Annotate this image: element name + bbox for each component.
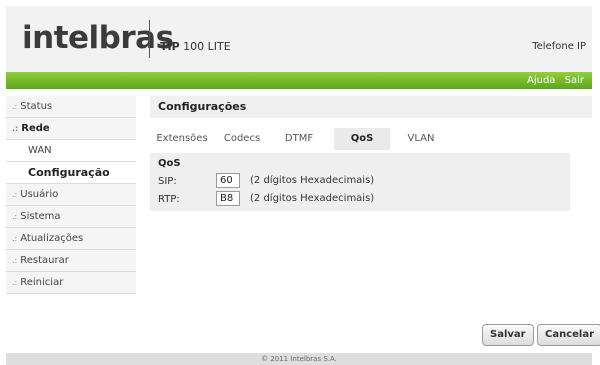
qos-panel-title: QoS [158, 158, 181, 169]
bullet-icon: .: [12, 278, 18, 287]
main-content: Configurações Extensões Codecs DTMF QoS … [150, 96, 592, 211]
qos-panel: QoS SIP: (2 dígitos Hexadecimais) RTP: (… [150, 153, 570, 211]
header: intelbras TIP 100 LITE Telefone IP [6, 6, 592, 72]
rtp-label: RTP: [158, 194, 180, 205]
tab-dtmf[interactable]: DTMF [274, 128, 324, 150]
page-title: Configurações [150, 96, 592, 118]
sidebar-item-restaurar[interactable]: .: Restaurar [6, 250, 136, 272]
sidebar-item-label: Atualizações [20, 233, 84, 244]
sidebar-item-sistema[interactable]: .: Sistema [6, 206, 136, 228]
sidebar-item-label: Sistema [20, 211, 61, 222]
sip-qos-input[interactable] [216, 173, 240, 188]
help-link[interactable]: Ajuda [527, 75, 555, 86]
bullet-icon: .: [12, 212, 18, 221]
intelbras-logo: intelbras [22, 20, 174, 56]
bullet-icon: .: [12, 102, 18, 111]
sidebar-item-atualizacoes[interactable]: .: Atualizações [6, 228, 136, 250]
sidebar-item-usuario[interactable]: .: Usuário [6, 184, 136, 206]
device-type-label: Telefone IP [532, 41, 586, 52]
sip-hint: (2 dígitos Hexadecimais) [250, 175, 375, 186]
logo-divider [149, 20, 150, 58]
sidebar-item-label: Rede [21, 123, 50, 134]
sidebar: .: Status .: Rede WAN Configuração .: Usuár… [6, 96, 136, 294]
rtp-qos-input[interactable] [216, 191, 240, 206]
save-button[interactable]: Salvar [482, 324, 534, 346]
sidebar-item-status[interactable]: .: Status [6, 96, 136, 118]
page: intelbras TIP 100 LITE Telefone IP Ajuda… [6, 6, 600, 365]
cancel-button[interactable]: Cancelar [537, 324, 600, 346]
sidebar-subitem-wan[interactable]: WAN [6, 140, 136, 162]
bullet-icon: .: [12, 256, 18, 265]
product-name-bold: TIP [160, 40, 180, 53]
tab-vlan[interactable]: VLAN [394, 128, 448, 150]
bullet-icon: .: [12, 190, 18, 199]
tab-qos[interactable]: QoS [334, 128, 390, 150]
sidebar-subitem-configuracao[interactable]: Configuração [6, 162, 136, 184]
rtp-hint: (2 dígitos Hexadecimais) [250, 193, 375, 204]
product-name: TIP 100 LITE [160, 40, 231, 53]
top-links: Ajuda Sair [521, 75, 584, 86]
sidebar-item-label: Status [20, 101, 53, 112]
product-name-rest: 100 LITE [179, 40, 231, 53]
bullet-icon: .: [12, 124, 19, 133]
sidebar-item-label: Reiniciar [20, 277, 64, 288]
sidebar-item-reiniciar[interactable]: .: Reiniciar [6, 272, 136, 294]
sidebar-item-rede[interactable]: .: Rede [6, 118, 136, 140]
logout-link[interactable]: Sair [565, 75, 584, 86]
sip-label: SIP: [158, 176, 177, 187]
top-nav-bar: Ajuda Sair [6, 72, 592, 89]
tab-extensoes[interactable]: Extensões [150, 128, 214, 150]
sidebar-item-label: Usuário [20, 189, 59, 200]
tab-codecs[interactable]: Codecs [216, 128, 268, 150]
sidebar-item-label: Restaurar [20, 255, 69, 266]
footer-copyright: © 2011 Intelbras S.A. [6, 353, 592, 365]
bullet-icon: .: [12, 234, 18, 243]
